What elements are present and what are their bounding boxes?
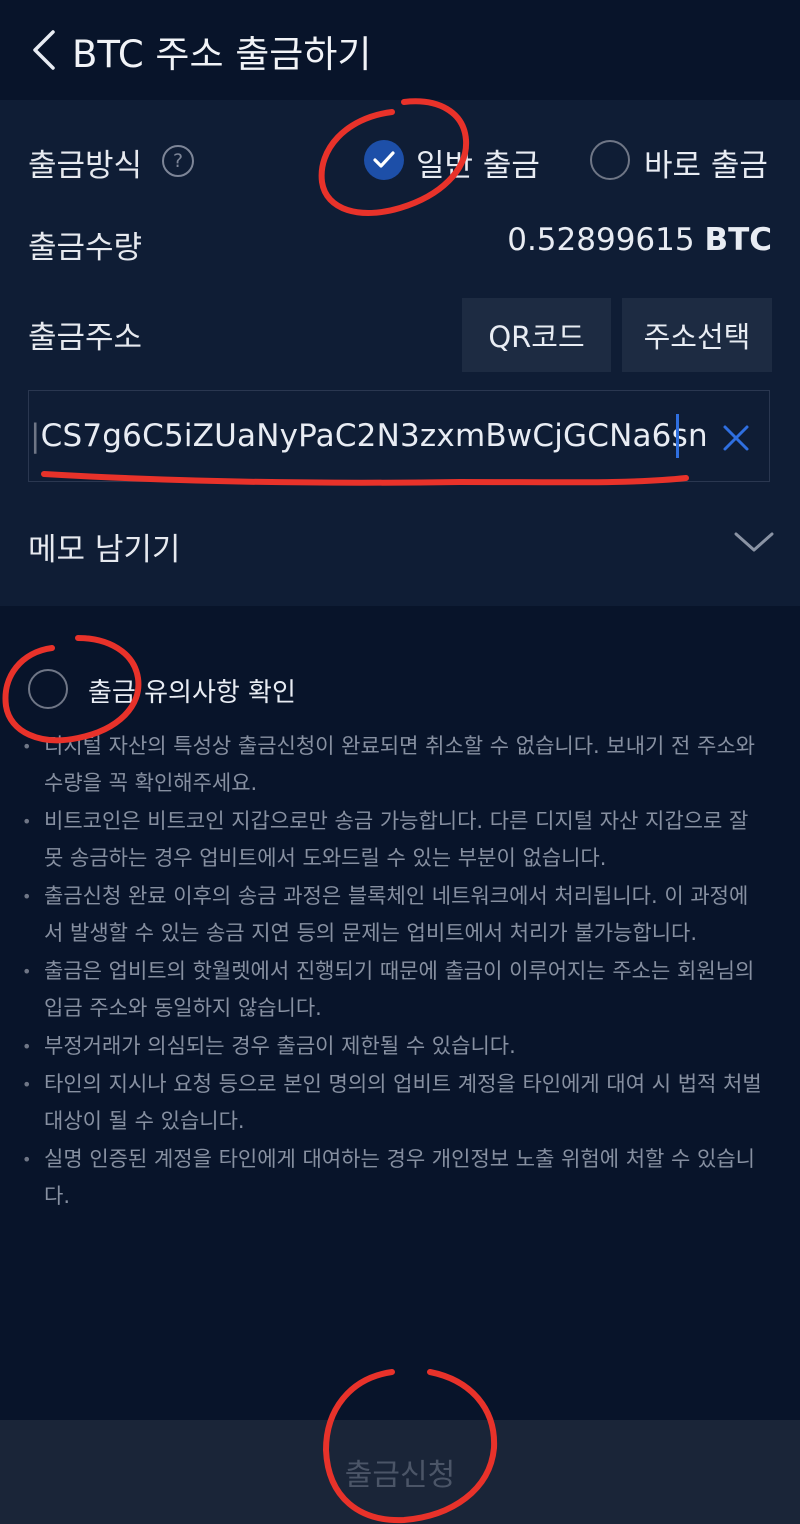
notice-item: 비트코인은 비트코인 지갑으로만 송금 가능합니다. 다른 디지털 자산 지갑으… [22,803,762,877]
withdraw-amount-label: 출금수량 [28,230,143,266]
radio-instant-withdraw[interactable] [590,140,630,180]
option-instant-withdraw-label[interactable]: 바로 출금 [644,140,768,185]
notice-item: 디지털 자산의 특성상 출금신청이 완료되면 취소할 수 없습니다. 보내기 전… [22,728,762,802]
notice-item: 실명 인증된 계정을 타인에게 대여하는 경우 개인정보 노출 위험에 처할 수… [22,1141,762,1215]
check-icon [373,151,395,168]
address-leading-fragment: | [30,418,41,454]
address-value: CS7g6C5iZUaNyPaC2N3zxmBwCjGCNa6sn [40,418,708,454]
address-select-button[interactable]: 주소선택 [622,298,772,372]
withdraw-method-label: 출금방식 [28,148,143,184]
notice-confirm-label[interactable]: 출금 유의사항 확인 [88,672,296,709]
top-app-bar: BTC 주소 출금하기 [0,0,800,100]
close-icon [723,425,749,451]
clear-address-button[interactable] [718,420,754,456]
notice-item: 출금신청 완료 이후의 송금 과정은 블록체인 네트워크에서 처리됩니다. 이 … [22,878,762,952]
option-normal-withdraw-label[interactable]: 일반 출금 [416,140,540,185]
notice-confirm-checkbox[interactable] [28,669,68,709]
notice-list: 디지털 자산의 특성상 출금신청이 완료되면 취소할 수 없습니다. 보내기 전… [22,728,762,1216]
withdraw-submit-button[interactable]: 출금신청 [0,1420,800,1524]
memo-expand-button[interactable] [732,528,776,556]
chevron-left-icon [33,30,55,70]
amount-number: 0.52899615 [507,222,695,258]
withdraw-address-label: 출금주소 [28,320,143,356]
withdraw-amount-value: 0.52899615 BTC [507,222,772,258]
radio-normal-withdraw[interactable] [364,140,404,180]
notice-item: 출금은 업비트의 핫월렛에서 진행되기 때문에 출금이 이루어지는 주소는 회원… [22,953,762,1027]
help-icon[interactable]: ? [162,145,194,177]
text-cursor [676,414,679,458]
notice-item: 타인의 지시나 요청 등으로 본인 명의의 업비트 계정을 타인에게 대여 시 … [22,1066,762,1140]
chevron-down-icon [734,532,774,552]
back-button[interactable] [24,26,64,74]
amount-unit: BTC [704,222,772,258]
address-input-value[interactable]: |CS7g6C5iZUaNyPaC2N3zxmBwCjGCNa6sn [30,418,708,454]
qr-code-button[interactable]: QR코드 [462,298,611,372]
notice-item: 부정거래가 의심되는 경우 출금이 제한될 수 있습니다. [22,1028,762,1065]
memo-label[interactable]: 메모 남기기 [28,524,180,569]
page-title: BTC 주소 출금하기 [72,33,372,76]
